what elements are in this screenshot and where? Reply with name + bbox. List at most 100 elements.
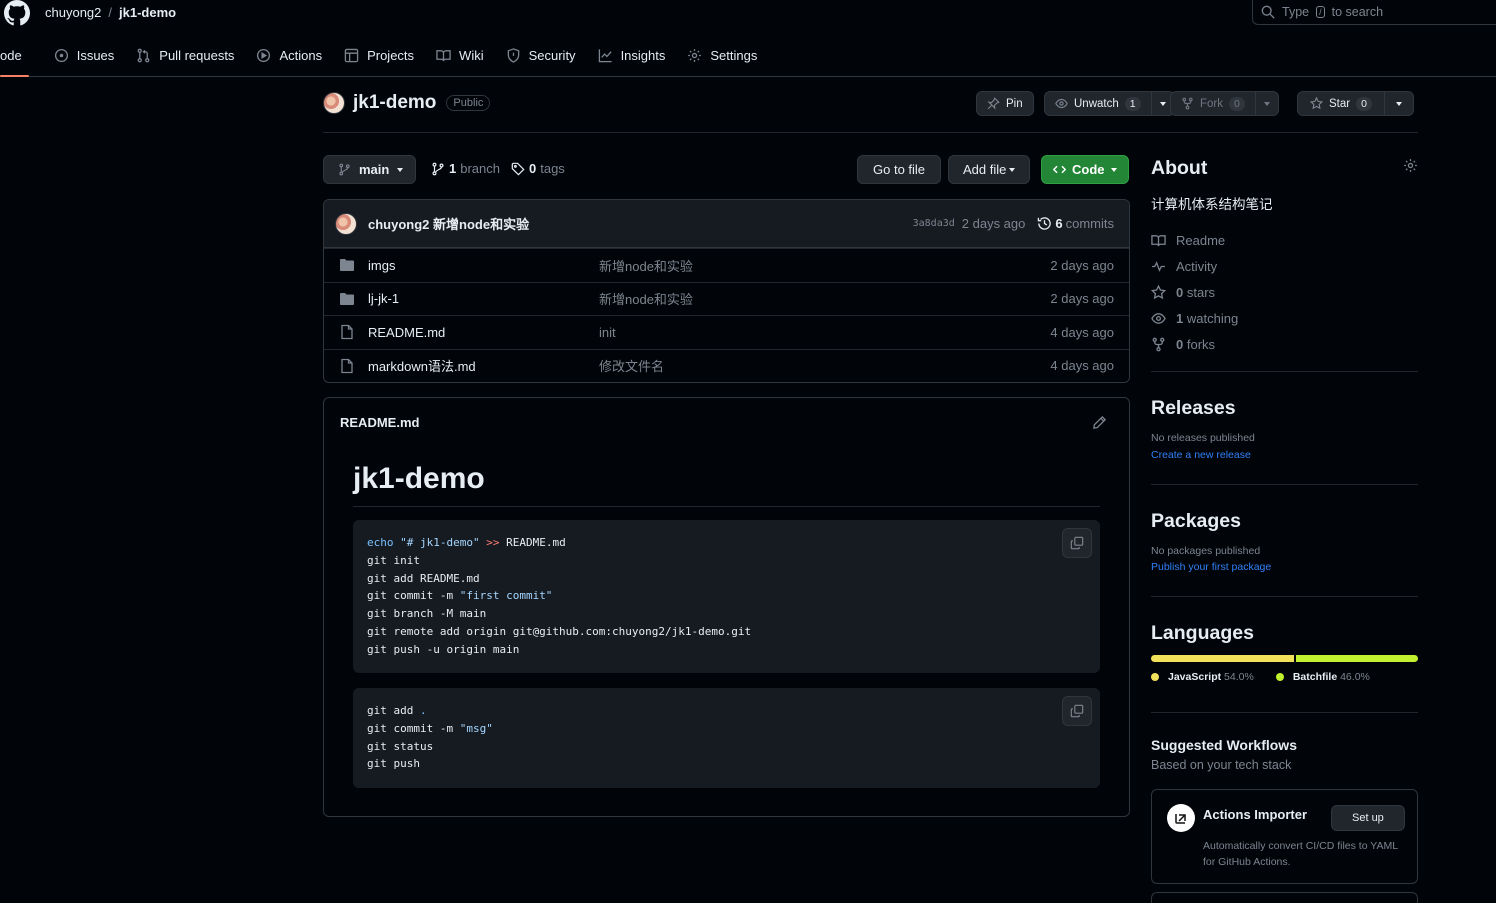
tab-code[interactable]: ode (0, 44, 33, 77)
fork-label: Fork (1200, 97, 1223, 110)
pencil-icon[interactable] (1092, 415, 1107, 430)
file-commit-message[interactable]: init (599, 325, 616, 340)
tab-issues[interactable]: Issues (43, 44, 126, 66)
branch-bar: main 1 branch 0 tags Go to file Add file… (323, 155, 1130, 184)
language-item[interactable]: Batchfile 46.0% (1275, 671, 1370, 683)
tag-count: 0 (529, 161, 537, 176)
file-name[interactable]: imgs (368, 258, 395, 273)
tab-wiki[interactable]: Wiki (425, 44, 495, 66)
file-commit-message[interactable]: 修改文件名 (599, 356, 664, 375)
code-line: git init (367, 553, 420, 567)
file-commit-message[interactable]: 新增node和实验 (599, 289, 693, 308)
watching-link[interactable]: 1 watching (1151, 305, 1418, 331)
tab-actions[interactable]: Actions (245, 44, 333, 66)
folder-icon (340, 259, 354, 272)
tab-label: Settings (710, 47, 758, 63)
tab-projects[interactable]: Projects (333, 44, 425, 66)
commit-word: commits (1065, 216, 1114, 231)
file-commit-message[interactable]: 新增node和实验 (599, 256, 693, 275)
forks-link[interactable]: 0 forks (1151, 331, 1418, 357)
code-token: git commit -m (367, 589, 460, 603)
commit-sha[interactable]: 3a8da3d (913, 218, 955, 229)
commits-link[interactable]: 6 commits (1037, 216, 1114, 231)
language-percent: 54.0% (1224, 671, 1254, 683)
forks-label: forks (1186, 336, 1216, 352)
go-to-file-button[interactable]: Go to file (857, 155, 942, 184)
watch-button[interactable]: Unwatch 1 (1044, 91, 1152, 116)
fork-icon (1182, 97, 1193, 110)
stars-link[interactable]: 0 stars (1151, 279, 1418, 305)
pin-group: Pin (976, 91, 1034, 116)
readme-filename[interactable]: README.md (340, 415, 419, 430)
tab-label: Projects (367, 47, 415, 63)
commit-author-avatar[interactable] (335, 212, 357, 235)
workflows-title: Suggested Workflows (1151, 737, 1297, 753)
fork-button[interactable]: Fork 0 (1170, 91, 1256, 116)
file-name[interactable]: markdown语法.md (368, 356, 476, 375)
breadcrumb: chuyong2 / jk1-demo (45, 5, 176, 20)
packages-title[interactable]: Packages (1151, 510, 1418, 533)
fork-dropdown-button[interactable] (1255, 91, 1279, 116)
tab-insights[interactable]: Insights (587, 44, 677, 66)
file-row[interactable]: README.md init 4 days ago (324, 315, 1129, 349)
language-bar-segment (1151, 655, 1295, 662)
repo-title: jk1-demo Public (323, 92, 491, 114)
visibility-badge: Public (446, 95, 491, 111)
shield-icon (507, 47, 519, 63)
commit-message[interactable]: 新增node和实验 (433, 217, 529, 232)
code-label: Code (1072, 162, 1105, 177)
releases-title[interactable]: Releases (1151, 397, 1418, 420)
code-button[interactable]: Code (1041, 155, 1129, 184)
tab-label: Insights (620, 47, 666, 63)
tags-link[interactable]: 0 tags (511, 161, 565, 176)
watch-group: Unwatch 1 (1044, 91, 1175, 116)
breadcrumb-owner[interactable]: chuyong2 (45, 5, 101, 20)
owner-avatar[interactable] (323, 92, 345, 114)
branch-count: 1 (449, 161, 457, 176)
code-block-commit: git add . git commit -m "msg" git status… (353, 688, 1100, 788)
code-line: git add README.md (367, 571, 480, 585)
chevron-down-icon (1263, 101, 1270, 106)
create-release-link[interactable]: Create a new release (1151, 449, 1418, 461)
setup-workflow-button[interactable]: Set up (1331, 805, 1405, 831)
search-shortcut-key: / (1316, 6, 1325, 18)
branch-select-button[interactable]: main (323, 155, 417, 184)
eye-icon (1151, 312, 1166, 324)
tab-pull-requests[interactable]: Pull requests (125, 44, 245, 66)
repo-name[interactable]: jk1-demo (353, 92, 436, 114)
star-button[interactable]: Star 0 (1297, 91, 1385, 116)
gear-icon[interactable] (1403, 158, 1418, 173)
watch-count: 1 (1124, 96, 1141, 111)
file-name[interactable]: README.md (368, 325, 445, 340)
language-item[interactable]: JavaScript 54.0% (1151, 671, 1254, 683)
search-prefix: Type (1282, 5, 1310, 19)
copy-button[interactable] (1062, 528, 1092, 558)
branches-link[interactable]: 1 branch (431, 161, 500, 176)
tab-security[interactable]: Security (495, 44, 587, 66)
branch-word: branch (460, 161, 500, 176)
tab-label: Actions (279, 47, 323, 63)
file-name[interactable]: lj-jk-1 (368, 291, 399, 306)
file-row[interactable]: markdown语法.md 修改文件名 4 days ago (324, 348, 1129, 383)
releases-empty-text: No releases published (1151, 432, 1255, 444)
add-file-button[interactable]: Add file (948, 155, 1031, 184)
code-token: git add (367, 704, 420, 717)
file-row[interactable]: lj-jk-1 新增node和实验 2 days ago (324, 281, 1129, 316)
tab-settings[interactable]: Settings (676, 44, 768, 66)
copy-button[interactable] (1062, 696, 1092, 726)
history-icon (1038, 217, 1052, 230)
star-dropdown-button[interactable] (1384, 91, 1414, 116)
pulse-icon (1151, 260, 1166, 272)
latest-commit-message[interactable]: chuyong2 新增node和实验 (368, 214, 529, 233)
commit-author[interactable]: chuyong2 (368, 217, 429, 232)
breadcrumb-repo[interactable]: jk1-demo (119, 5, 176, 20)
readme-link[interactable]: Readme (1151, 227, 1418, 253)
activity-link[interactable]: Activity (1151, 253, 1418, 279)
pin-button[interactable]: Pin (976, 91, 1034, 116)
sidebar-divider (1151, 596, 1418, 597)
latest-commit-row: chuyong2 新增node和实验 3a8da3d 2 days ago 6 … (324, 200, 1129, 248)
file-row[interactable]: imgs 新增node和实验 2 days ago (324, 248, 1129, 282)
search-input[interactable]: Type / to search (1252, 0, 1496, 25)
publish-package-link[interactable]: Publish your first package (1151, 561, 1418, 573)
github-logo-icon[interactable] (2, 0, 32, 26)
